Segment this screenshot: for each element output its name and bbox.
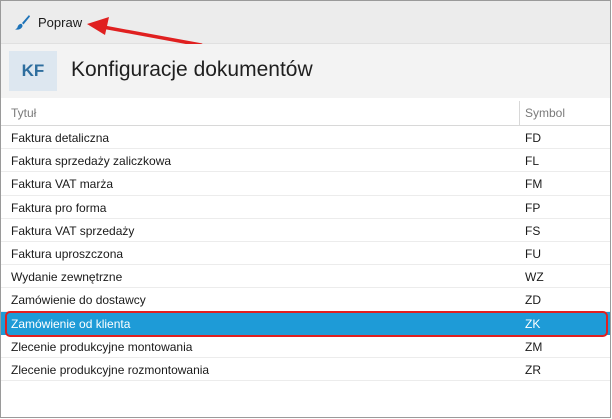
row-symbol: ZK: [525, 316, 541, 331]
row-symbol: FU: [525, 246, 541, 261]
row-title: Faktura sprzedaży zaliczkowa: [11, 154, 172, 169]
column-header-title[interactable]: Tytuł: [11, 106, 36, 120]
toolbar: Popraw: [1, 1, 610, 44]
module-badge: KF: [9, 51, 57, 91]
table-body: Faktura detaliczna FD Faktura sprzedaży za…: [1, 126, 610, 382]
row-title: Faktura VAT marża: [11, 177, 114, 192]
table-row[interactable]: Faktura sprzedaży zaliczkowa FL: [1, 149, 610, 173]
row-title: Faktura uproszczona: [11, 246, 124, 261]
table-row[interactable]: Wydanie zewnętrzne WZ: [1, 265, 610, 289]
row-symbol: FD: [525, 131, 541, 145]
row-title: Faktura detaliczna: [11, 131, 110, 145]
table-row[interactable]: Faktura detaliczna FD: [1, 126, 610, 150]
row-symbol: ZM: [525, 339, 543, 354]
row-title: Zamówienie do dostawcy: [11, 293, 146, 308]
row-title: Faktura pro forma: [11, 200, 107, 215]
table-row[interactable]: Zlecenie produkcyjne rozmontowania ZR: [1, 358, 610, 382]
edit-button[interactable]: Popraw: [13, 10, 82, 34]
table-row[interactable]: Zlecenie produkcyjne montowania ZM: [1, 335, 610, 358]
row-symbol: ZR: [525, 362, 541, 377]
row-title: Zlecenie produkcyjne montowania: [11, 339, 193, 354]
table-header: Tytuł Symbol: [1, 101, 610, 126]
brush-icon: [15, 15, 30, 30]
row-symbol: FP: [525, 200, 541, 215]
documents-table: Tytuł Symbol Faktura detaliczna FD Faktura…: [1, 101, 610, 382]
row-symbol: ZD: [525, 293, 541, 308]
row-symbol: FS: [525, 223, 541, 238]
edit-button-label: Popraw: [38, 14, 83, 30]
page-title: Konfiguracje dokumentów: [71, 58, 313, 81]
row-symbol: FL: [525, 154, 540, 169]
column-divider[interactable]: [519, 101, 520, 125]
row-title: Zamówienie od klienta: [11, 316, 131, 331]
row-title: Zlecenie produkcyjne rozmontowania: [11, 362, 210, 377]
row-symbol: FM: [525, 177, 543, 192]
window: Popraw KF Konfiguracje dokumentów Tytuł …: [0, 0, 611, 418]
table-row[interactable]: Faktura VAT sprzedaży FS: [1, 219, 610, 242]
row-symbol: WZ: [525, 270, 544, 285]
table-row[interactable]: Faktura uproszczona FU: [1, 242, 610, 266]
table-row[interactable]: Zamówienie do dostawcy ZD: [1, 288, 610, 312]
table-row[interactable]: Zamówienie od klienta ZK: [1, 311, 610, 335]
table-row[interactable]: Faktura VAT marża FM: [1, 172, 610, 196]
row-title: Faktura VAT sprzedaży: [11, 223, 135, 238]
row-title: Wydanie zewnętrzne: [11, 270, 123, 285]
column-header-symbol[interactable]: Symbol: [525, 106, 565, 120]
table-row[interactable]: Faktura pro forma FP: [1, 196, 610, 219]
